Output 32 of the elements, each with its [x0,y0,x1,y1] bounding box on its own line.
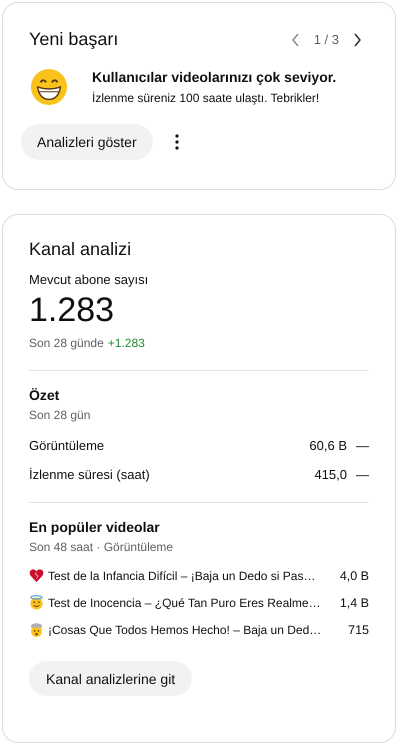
metric-value: 60,6 B [309,438,347,453]
metric-trend: — [355,467,369,482]
video-views: 715 [348,622,369,636]
more-options-icon[interactable] [174,134,179,150]
subscriber-count: 1.283 [29,291,116,330]
card-title: Kanal analizi [29,239,132,260]
page-counter: 1 / 3 [314,32,339,47]
metric-label: Görüntüleme [29,438,106,453]
achievement-headline: Kullanıcılar videolarınızı çok seviyor. [92,69,336,85]
halo-face-icon [29,595,44,610]
video-views: 4,0 B [340,568,369,582]
show-analytics-button[interactable]: Analizleri göster [21,124,153,160]
card-title: Yeni başarı [29,29,118,50]
channel-analytics-button[interactable]: Kanal analizlerine git [29,661,192,696]
video-views: 1,4 B [340,596,369,610]
metric-value: 415,0 [314,467,347,482]
section-title: Özet [29,387,60,403]
metric-trend: — [355,438,369,453]
video-title[interactable]: Test de la Infancia Difícil – ¡Baja un Dedo si Pas… [48,568,336,582]
subscriber-change: +1.283 [108,336,145,350]
period-label: Son 28 günde [29,336,104,350]
section-title: En popüler videolar [29,519,161,535]
section-subtitle: Son 28 gün [29,408,92,422]
achievement-message: İzlenme süreniz 100 saate ulaştı. Tebrikler! [92,91,320,105]
video-title[interactable]: ¡Cosas Que Todos Hemos Hecho! – Baja un Ded… [48,622,344,636]
subscribers-label: Mevcut abone sayısı [29,272,150,287]
video-title[interactable]: Test de Inocencia – ¿Qué Tan Puro Eres Realme… [48,596,336,610]
broken-heart-icon [29,568,44,583]
exploding-head-icon [29,622,44,637]
section-subtitle: Son 48 saat · Görüntüleme [29,540,174,554]
grinning-face-icon [30,68,68,106]
metric-label: İzlenme süresi (saat) [29,467,151,482]
